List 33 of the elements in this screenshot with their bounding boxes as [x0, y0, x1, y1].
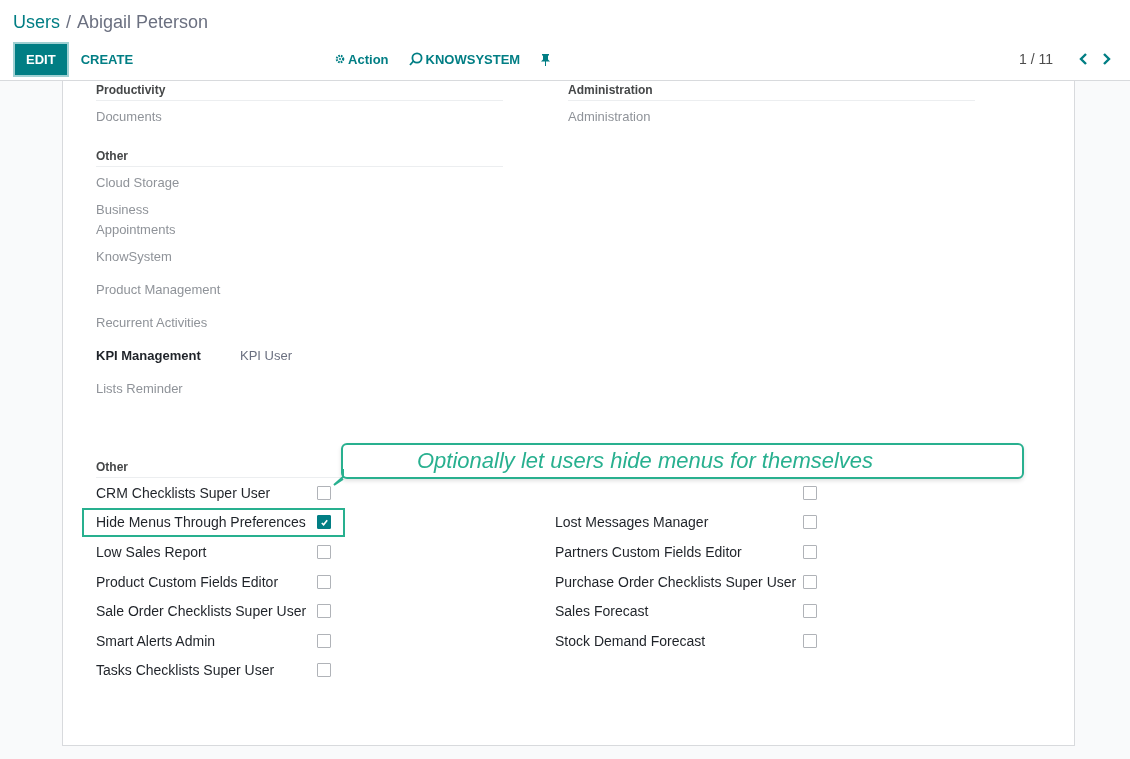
create-button[interactable]: CREATE	[68, 43, 146, 75]
pager-counter: 1 / 11	[1019, 51, 1053, 67]
edit-button[interactable]: EDIT	[13, 41, 69, 77]
action-menu[interactable]: Action	[335, 51, 389, 67]
permission-label: Low Sales Report	[96, 544, 207, 560]
field-label: Administration	[568, 108, 652, 126]
section-title: Productivity	[96, 81, 503, 101]
section-title: Other	[96, 147, 503, 167]
permission-label: CRM Checklists Super User	[96, 484, 271, 501]
permission-label: Partners Custom Fields Editor	[555, 544, 742, 560]
permission-label: Sales Forecast	[555, 603, 649, 620]
breadcrumb-link[interactable]: Users	[13, 11, 60, 33]
field-label: Lists Reminder	[96, 380, 184, 398]
action-menu[interactable]: KNOWSYSTEM	[408, 51, 521, 67]
permission-label: Purchase Order Checklists Super User	[555, 573, 797, 590]
breadcrumb-separator: /	[66, 11, 72, 33]
field-label: Cloud Storage	[96, 174, 181, 192]
permission-label: Lost Messages Manager	[555, 514, 709, 531]
permission-label: Tasks Checklists Super User	[96, 662, 275, 679]
permission-label: Sale Order Checklists Super User	[96, 603, 307, 620]
field-label: KnowSystem	[96, 248, 173, 266]
record-title: Abigail Peterson	[77, 11, 209, 33]
field-label: Business Appointments	[96, 201, 177, 239]
field-label: KPI Management	[96, 347, 202, 365]
permission-label: Stock Demand Forecast	[555, 632, 706, 649]
field-label: Product Management	[96, 281, 222, 299]
field-label: Recurrent Activities	[96, 314, 209, 332]
permission-label: Smart Alerts Admin	[96, 632, 216, 649]
section-title: Administration	[568, 81, 975, 101]
field-label: Documents	[96, 108, 163, 126]
permission-label: Product Custom Fields Editor	[96, 573, 279, 590]
permission-label: Hide Menus Through Preferences	[96, 514, 306, 531]
field-value: KPI User	[240, 347, 292, 365]
